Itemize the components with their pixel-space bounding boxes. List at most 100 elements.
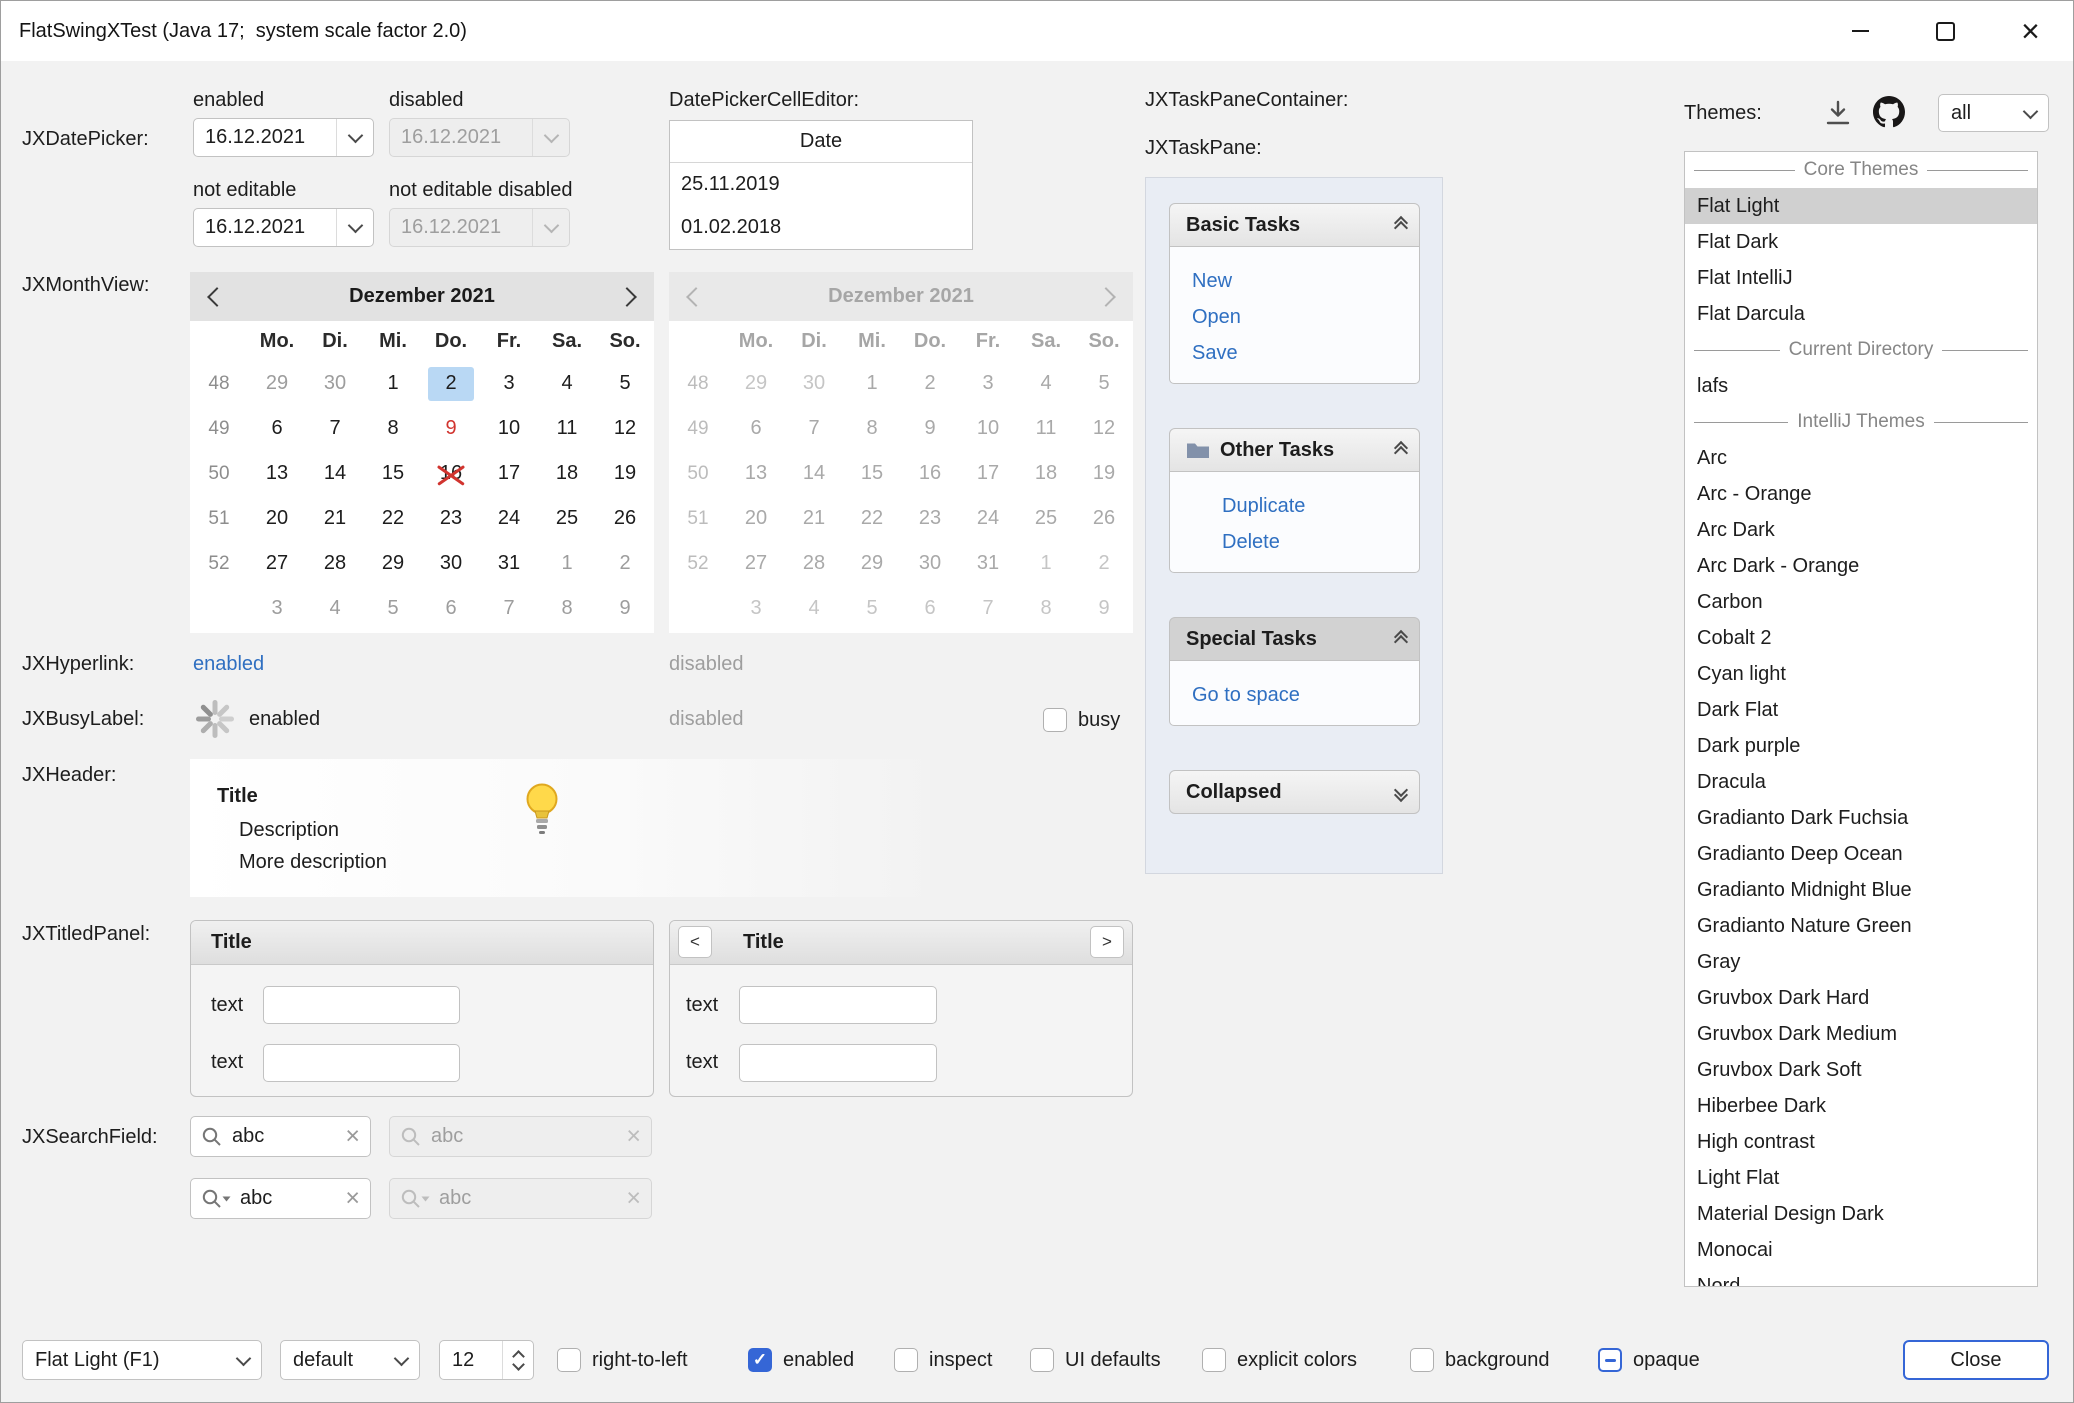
github-icon[interactable]: [1873, 96, 1905, 128]
theme-list-item[interactable]: Flat Dark: [1685, 224, 2037, 260]
clear-icon[interactable]: ×: [345, 1186, 360, 1211]
datepicker-dropdown-button[interactable]: [336, 119, 373, 156]
day-cell[interactable]: 5: [596, 361, 654, 406]
day-cell[interactable]: 21: [306, 496, 364, 541]
day-cell[interactable]: 8: [538, 586, 596, 631]
theme-list-item[interactable]: Carbon: [1685, 584, 2037, 620]
search-field-with-menu-enabled[interactable]: abc ×: [190, 1178, 371, 1219]
clear-icon[interactable]: ×: [345, 1124, 360, 1149]
datepicker-value[interactable]: 16.12.2021: [194, 209, 336, 246]
day-cell[interactable]: 9: [596, 586, 654, 631]
checkbox-ui-defaults[interactable]: UI defaults: [1030, 1346, 1161, 1374]
download-themes-icon[interactable]: [1823, 98, 1853, 128]
table-row[interactable]: 25.11.2019: [670, 163, 972, 206]
day-cell[interactable]: 28: [306, 541, 364, 586]
theme-list-item[interactable]: Cyan light: [1685, 656, 2037, 692]
day-cell[interactable]: 27: [248, 541, 306, 586]
theme-list-item[interactable]: Flat Light: [1685, 188, 2037, 224]
taskpane-header[interactable]: Other Tasks: [1169, 428, 1420, 472]
theme-list-item[interactable]: Gruvbox Dark Soft: [1685, 1052, 2037, 1088]
checkbox-box[interactable]: [1410, 1348, 1434, 1372]
day-cell[interactable]: 3: [248, 586, 306, 631]
day-cell[interactable]: 22: [364, 496, 422, 541]
taskpane-link[interactable]: New: [1192, 263, 1419, 299]
font-size-spinner[interactable]: 12: [439, 1340, 534, 1380]
day-cell[interactable]: 15: [364, 451, 422, 496]
datepicker-not-editable[interactable]: 16.12.2021: [193, 208, 374, 247]
day-cell[interactable]: 1: [364, 361, 422, 406]
day-cell[interactable]: 12: [596, 406, 654, 451]
checkbox-box[interactable]: [1030, 1348, 1054, 1372]
theme-list-item[interactable]: Dark Flat: [1685, 692, 2037, 728]
day-cell[interactable]: 16: [422, 451, 480, 496]
taskpane-link[interactable]: Delete: [1222, 524, 1419, 560]
text-field[interactable]: [739, 986, 937, 1024]
text-field[interactable]: [739, 1044, 937, 1082]
lookandfeel-combobox[interactable]: Flat Light (F1): [22, 1340, 262, 1380]
day-cell[interactable]: 8: [364, 406, 422, 451]
checkbox-box[interactable]: [1598, 1348, 1622, 1372]
day-cell[interactable]: 1: [538, 541, 596, 586]
font-combobox[interactable]: default: [280, 1340, 420, 1380]
taskpane-link[interactable]: Open: [1192, 299, 1419, 335]
search-field-enabled[interactable]: abc ×: [190, 1116, 371, 1157]
checkbox-box[interactable]: ✓: [748, 1348, 772, 1372]
datepicker-value[interactable]: 16.12.2021: [194, 119, 336, 156]
search-field-value[interactable]: abc: [240, 1187, 336, 1210]
minimize-button[interactable]: [1818, 1, 1903, 61]
taskpane-link[interactable]: Save: [1192, 335, 1419, 371]
close-window-button[interactable]: ×: [1988, 1, 2073, 61]
day-cell[interactable]: 18: [538, 451, 596, 496]
table-row[interactable]: 01.02.2018: [670, 206, 972, 249]
day-cell[interactable]: 24: [480, 496, 538, 541]
taskpane-header[interactable]: Special Tasks: [1169, 617, 1420, 661]
day-cell[interactable]: 30: [422, 541, 480, 586]
theme-list-item[interactable]: Monocai: [1685, 1232, 2037, 1268]
titled-panel-left-button[interactable]: <: [678, 926, 712, 958]
theme-list-item[interactable]: Gradianto Dark Fuchsia: [1685, 800, 2037, 836]
checkbox-opaque[interactable]: opaque: [1598, 1346, 1700, 1374]
taskpane-link[interactable]: Go to space: [1192, 677, 1419, 713]
day-cell[interactable]: 30: [306, 361, 364, 406]
checkbox-enabled[interactable]: ✓enabled: [748, 1346, 854, 1374]
checkbox-box[interactable]: [1202, 1348, 1226, 1372]
day-cell[interactable]: 4: [306, 586, 364, 631]
day-cell[interactable]: 2: [596, 541, 654, 586]
theme-list-item[interactable]: Material Design Dark: [1685, 1196, 2037, 1232]
close-button[interactable]: Close: [1903, 1340, 2049, 1380]
theme-list-item[interactable]: lafs: [1685, 368, 2037, 404]
checkbox-explicit-colors[interactable]: explicit colors: [1202, 1346, 1357, 1374]
theme-list-item[interactable]: Dracula: [1685, 764, 2037, 800]
checkbox-box[interactable]: [1043, 708, 1067, 732]
next-month-button[interactable]: [600, 272, 654, 321]
day-cell[interactable]: 11: [538, 406, 596, 451]
day-cell[interactable]: 31: [480, 541, 538, 586]
theme-list-item[interactable]: Gradianto Midnight Blue: [1685, 872, 2037, 908]
day-cell[interactable]: 10: [480, 406, 538, 451]
checkbox-right-to-left[interactable]: right-to-left: [557, 1346, 688, 1374]
checkbox-box[interactable]: [557, 1348, 581, 1372]
spinner-buttons[interactable]: [502, 1341, 533, 1379]
day-cell[interactable]: 2: [422, 361, 480, 406]
hyperlink-enabled[interactable]: enabled: [193, 650, 264, 678]
previous-month-button[interactable]: [190, 272, 244, 321]
text-field[interactable]: [263, 1044, 460, 1082]
theme-list-item[interactable]: Dark purple: [1685, 728, 2037, 764]
day-cell[interactable]: 19: [596, 451, 654, 496]
day-cell[interactable]: 13: [248, 451, 306, 496]
day-cell[interactable]: 7: [306, 406, 364, 451]
theme-list-item[interactable]: Arc - Orange: [1685, 476, 2037, 512]
day-cell[interactable]: 25: [538, 496, 596, 541]
busy-checkbox[interactable]: busy: [1043, 706, 1120, 734]
day-cell[interactable]: 23: [422, 496, 480, 541]
day-cell[interactable]: 26: [596, 496, 654, 541]
checkbox-background[interactable]: background: [1410, 1346, 1550, 1374]
day-cell[interactable]: 17: [480, 451, 538, 496]
day-cell[interactable]: 3: [480, 361, 538, 406]
taskpane-link[interactable]: Duplicate: [1222, 488, 1419, 524]
theme-list-item[interactable]: Gradianto Nature Green: [1685, 908, 2037, 944]
themes-filter-combobox[interactable]: all: [1938, 94, 2049, 132]
taskpane-header[interactable]: Collapsed: [1169, 770, 1420, 814]
theme-list-item[interactable]: Flat Darcula: [1685, 296, 2037, 332]
checkbox-inspect[interactable]: inspect: [894, 1346, 992, 1374]
